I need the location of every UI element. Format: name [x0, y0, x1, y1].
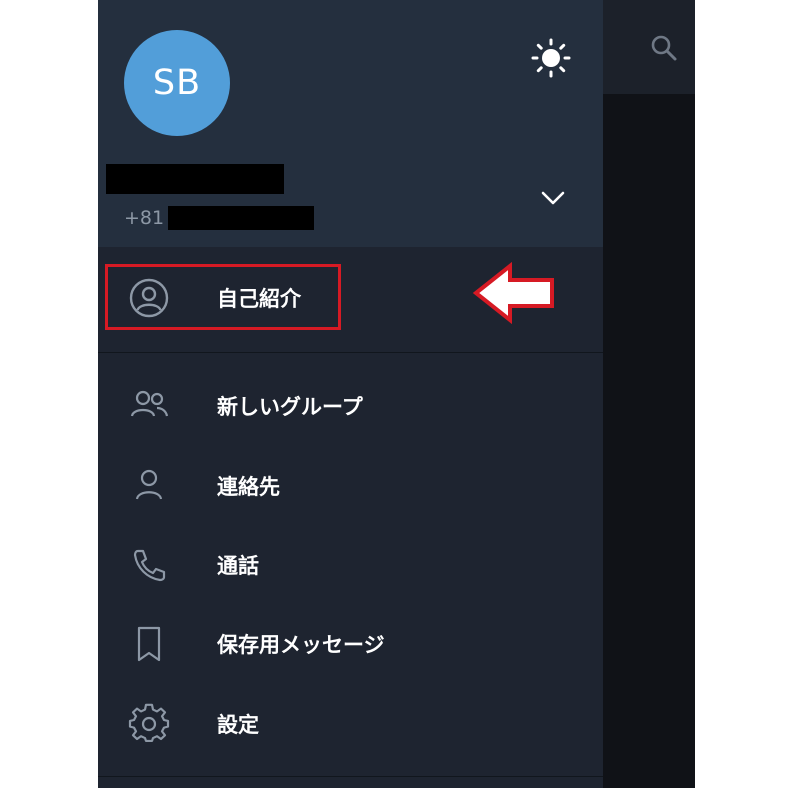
search-icon[interactable] — [650, 34, 678, 62]
divider — [98, 352, 603, 353]
menu-item-calls[interactable]: 通話 — [98, 535, 603, 595]
account-name-redacted — [106, 164, 284, 194]
arrow-left-icon — [472, 262, 554, 324]
menu-item-settings[interactable]: 設定 — [98, 694, 603, 754]
menu-item-label: 保存用メッセージ — [217, 633, 385, 657]
highlight-box — [105, 264, 341, 330]
menu-item-label: 連絡先 — [217, 475, 280, 499]
menu-item-label: 通話 — [217, 554, 259, 578]
group-icon — [128, 385, 170, 427]
menu-item-new-group[interactable]: 新しいグループ — [98, 376, 603, 436]
bookmark-icon — [128, 623, 170, 665]
phone-screen: SB +81 自己紹介 新しいグループ 連絡先 通話 保存用メッセージ 設定 — [98, 0, 695, 788]
menu-item-contacts[interactable]: 連絡先 — [98, 456, 603, 516]
chevron-down-icon[interactable] — [540, 188, 566, 208]
chat-list-header — [603, 0, 695, 94]
contact-icon — [128, 465, 170, 507]
drawer-header: SB +81 — [98, 0, 603, 247]
phone-number: +81 — [124, 205, 315, 231]
gear-icon — [128, 703, 170, 745]
avatar[interactable]: SB — [124, 30, 230, 136]
menu-item-saved-messages[interactable]: 保存用メッセージ — [98, 614, 603, 674]
menu-item-label: 新しいグループ — [217, 395, 363, 419]
divider — [98, 776, 603, 777]
menu-item-label: 設定 — [217, 713, 259, 737]
phone-number-redacted — [168, 206, 315, 230]
navigation-drawer: SB +81 自己紹介 新しいグループ 連絡先 通話 保存用メッセージ 設定 — [98, 0, 603, 788]
phone-prefix: +81 — [124, 207, 165, 229]
phone-icon — [128, 544, 170, 586]
sun-icon[interactable] — [531, 38, 571, 78]
